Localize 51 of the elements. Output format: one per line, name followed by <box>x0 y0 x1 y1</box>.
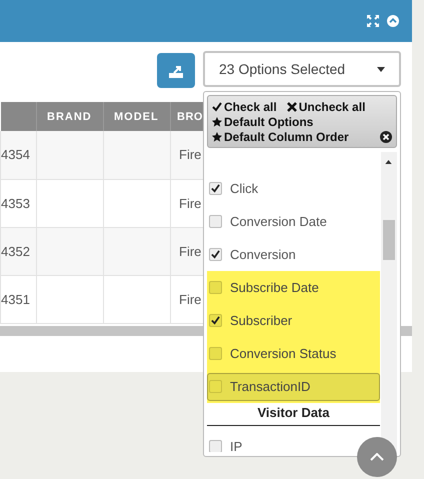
table-cell <box>36 131 104 179</box>
chevron-up-icon <box>370 453 384 461</box>
table-cell <box>104 131 170 179</box>
checkbox[interactable] <box>209 314 222 327</box>
table-cell: 4352 <box>0 227 36 275</box>
checkbox[interactable] <box>209 281 222 294</box>
table-cell <box>104 275 170 323</box>
table-cell <box>36 227 104 275</box>
check-icon <box>212 102 222 112</box>
option-item[interactable]: IP <box>207 432 248 452</box>
column-header <box>0 102 36 131</box>
export-button[interactable] <box>157 53 195 88</box>
star-icon <box>212 116 222 126</box>
table-cell <box>104 227 170 275</box>
menu-action-link[interactable]: Check all <box>212 100 277 114</box>
table-cell <box>104 179 170 227</box>
checkbox[interactable] <box>209 440 222 452</box>
option-item[interactable]: Click <box>207 174 264 202</box>
column-header: BRO <box>170 102 204 131</box>
cross-icon <box>286 102 297 112</box>
checkbox[interactable] <box>209 380 222 393</box>
table-cell: Fire <box>170 131 204 179</box>
checkbox[interactable] <box>209 215 222 228</box>
scroll-up-icon[interactable] <box>385 160 392 164</box>
option-item[interactable]: TransactionID <box>207 372 380 400</box>
menu-action-link[interactable]: Uncheck all <box>286 100 366 114</box>
scrollbar-thumb[interactable] <box>383 220 395 260</box>
caret-icon <box>377 66 385 72</box>
option-item[interactable]: Conversion Date <box>207 208 332 236</box>
table-cell <box>36 275 104 323</box>
columns-dropdown[interactable]: 23 Options Selected <box>203 51 401 87</box>
star-icon <box>212 132 222 142</box>
table-cell: Fire <box>170 227 204 275</box>
back-to-top-button[interactable] <box>357 437 397 477</box>
checkbox[interactable] <box>209 182 222 195</box>
table-cell: 4354 <box>0 131 36 179</box>
table-cell <box>36 179 104 227</box>
checkbox[interactable] <box>209 347 222 360</box>
option-item[interactable]: Conversion <box>207 240 301 268</box>
menu-action-link[interactable]: Default Column Order <box>212 130 349 144</box>
menu-action-link[interactable]: Default Options <box>212 114 314 128</box>
checkbox[interactable] <box>209 248 222 261</box>
table-cell: 4351 <box>0 275 36 323</box>
table-cell: 4353 <box>0 179 36 227</box>
group-heading: Visitor Data <box>207 403 380 426</box>
column-header: BRAND <box>36 102 104 131</box>
vertical-scrollbar[interactable] <box>381 152 397 452</box>
column-header: MODEL <box>104 102 170 131</box>
collapse-icon[interactable] <box>387 15 399 27</box>
expand-icon[interactable] <box>367 15 379 27</box>
close-icon[interactable] <box>380 130 392 142</box>
